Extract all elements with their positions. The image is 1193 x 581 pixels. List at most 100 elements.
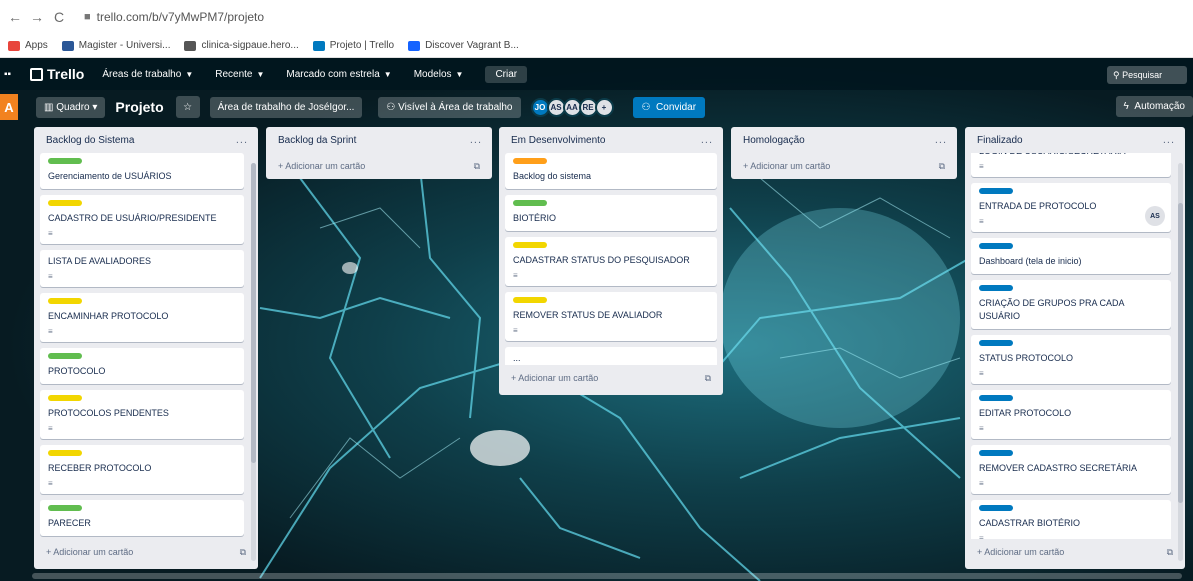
bookmark-item[interactable]: Discover Vagrant B... [408,40,519,51]
lock-icon[interactable]: ■ [84,11,91,23]
list-menu-icon[interactable]: ... [1163,134,1175,146]
card-template-icon[interactable]: ⧉ [705,373,711,384]
card[interactable]: Backlog do sistema [505,153,717,189]
menu-starred[interactable]: Marcado com estrela ▼ [286,69,391,80]
card-label[interactable] [48,298,82,304]
card-label[interactable] [979,450,1013,456]
card-label[interactable] [513,242,547,248]
card-label[interactable] [979,188,1013,194]
card[interactable]: LISTA DE AVALIADORES ≡ [40,250,244,287]
card-label[interactable] [513,200,547,206]
card-title: EDITAR PROTOCOLO [979,408,1072,418]
card[interactable]: ... [505,347,717,365]
card[interactable]: CADASTRO DE USUÁRIO/PRESIDENTE ≡ [40,195,244,244]
workspace-button[interactable]: Área de trabalho de JoséIgor... [209,96,363,118]
menu-recent[interactable]: Recente ▼ [215,69,264,80]
board-view-switcher[interactable]: ▥ Quadro ▾ [36,96,106,118]
list-title[interactable]: Homologação [743,135,805,146]
card[interactable]: EDITAR PROTOCOLO ≡ [971,390,1171,439]
list-column[interactable]: Em Desenvolvimento... Backlog do sistema B… [499,127,723,395]
card-template-icon[interactable]: ⧉ [474,161,480,172]
card[interactable]: RECEBER PROTOCOLO ≡ [40,445,244,494]
list-scrollbar[interactable] [1178,163,1183,561]
list-scrollbar-thumb[interactable] [251,163,256,463]
list-column[interactable]: Backlog do Sistema... Gerenciamento de US… [34,127,258,569]
automation-button[interactable]: ϟ Automação [1115,96,1193,117]
visibility-button[interactable]: ⚇ Visível à Área de trabalho [378,96,521,118]
card-label[interactable] [979,285,1013,291]
card-label[interactable] [48,450,82,456]
card-label[interactable] [48,505,82,511]
add-card-button[interactable]: + Adicionar um cartão ⧉ [731,153,957,179]
menu-templates[interactable]: Modelos ▼ [414,69,464,80]
list-scrollbar[interactable] [251,163,256,561]
add-card-button[interactable]: + Adicionar um cartão ⧉ [965,539,1185,565]
card[interactable]: STATUS PROTOCOLO ≡ [971,335,1171,384]
list-title[interactable]: Backlog da Sprint [278,135,356,146]
add-card-button[interactable]: + Adicionar um cartão ⧉ [499,365,723,391]
list-menu-icon[interactable]: ... [236,134,248,146]
card[interactable]: Dashboard (tela de inicio) [971,238,1171,274]
star-icon[interactable]: ☆ [175,96,200,118]
apps-grid-icon[interactable]: ▪▪ [4,69,16,80]
card-label[interactable] [48,353,82,359]
list-menu-icon[interactable]: ... [935,134,947,146]
card[interactable]: PROTOCOLOS PENDENTES ≡ [40,390,244,439]
card[interactable]: Gerenciamento de USUÁRIOS [40,153,244,189]
list-scrollbar-thumb[interactable] [1178,203,1183,503]
list-menu-icon[interactable]: ... [470,134,482,146]
horizontal-scrollbar[interactable] [32,573,1182,579]
list-title[interactable]: Em Desenvolvimento [511,135,605,146]
forward-icon[interactable]: → [26,9,48,25]
card[interactable]: REMOVER CADASTRO SECRETÁRIA ≡ [971,445,1171,494]
reload-icon[interactable]: C [48,9,70,25]
trello-logo[interactable]: Trello [30,66,84,82]
card-label[interactable] [979,395,1013,401]
menu-workspaces[interactable]: Áreas de trabalho ▼ [102,69,193,80]
invite-button[interactable]: ⚇ Convidar [632,96,706,118]
workspace-avatar[interactable]: A [0,94,18,120]
card[interactable]: PROTOCOLO [40,348,244,384]
card[interactable]: BIOTÉRIO [505,195,717,231]
card[interactable]: PARECER [40,500,244,536]
bookmark-item[interactable]: Magister - Universi... [61,40,171,51]
bookmark-label: Magister - Universi... [78,40,171,51]
card-label[interactable] [979,340,1013,346]
card-template-icon[interactable]: ⧉ [240,547,246,558]
card[interactable]: ENTRADA DE PROTOCOLO ≡ AS [971,183,1171,232]
card-label[interactable] [48,395,82,401]
back-icon[interactable]: ← [4,9,26,25]
member-avatar[interactable]: + [594,97,614,117]
list-column[interactable]: Homologação... + Adicionar um cartão ⧉ [731,127,957,179]
add-card-button[interactable]: + Adicionar um cartão ⧉ [34,539,258,565]
card-label[interactable] [513,158,547,164]
card[interactable]: REMOVER STATUS DE AVALIADOR ≡ [505,292,717,341]
card-template-icon[interactable]: ⧉ [939,161,945,172]
card[interactable]: CADASTRAR BIOTÉRIO ≡ [971,500,1171,539]
card[interactable]: CRIAÇÃO DE GRUPOS PRA CADA USUÁRIO [971,280,1171,329]
list-column[interactable]: Finalizado... LOGIN DE USUÁRIO/SECRETÁRIA… [965,127,1185,569]
card-member-avatar[interactable]: AS [1145,206,1165,226]
address-bar[interactable]: trello.com/b/v7yMwPM7/projeto [97,10,264,24]
card-label[interactable] [48,200,82,206]
list-title[interactable]: Backlog do Sistema [46,135,134,146]
bookmark-item[interactable]: clinica-sigpaue.hero... [184,40,299,51]
bookmark-item[interactable]: Projeto | Trello [312,40,394,51]
card[interactable]: ENCAMINHAR PROTOCOLO ≡ [40,293,244,342]
card-label[interactable] [979,505,1013,511]
card-label[interactable] [513,297,547,303]
create-button[interactable]: Criar [485,65,528,83]
list-menu-icon[interactable]: ... [701,134,713,146]
bookmark-item[interactable]: Apps [8,40,48,51]
card-label[interactable] [979,243,1013,249]
description-icon: ≡ [48,272,53,281]
card[interactable]: LOGIN DE USUÁRIO/SECRETÁRIA ≡ [971,153,1171,177]
search-input[interactable]: ⚲ Pesquisar [1107,66,1187,84]
list-column[interactable]: Backlog da Sprint... + Adicionar um cartã… [266,127,492,179]
card[interactable]: CADASTRAR STATUS DO PESQUISADOR ≡ [505,237,717,286]
list-title[interactable]: Finalizado [977,135,1023,146]
add-card-button[interactable]: + Adicionar um cartão ⧉ [266,153,492,179]
card-template-icon[interactable]: ⧉ [1167,547,1173,558]
card-label[interactable] [48,158,82,164]
board-title[interactable]: Projeto [115,99,163,115]
